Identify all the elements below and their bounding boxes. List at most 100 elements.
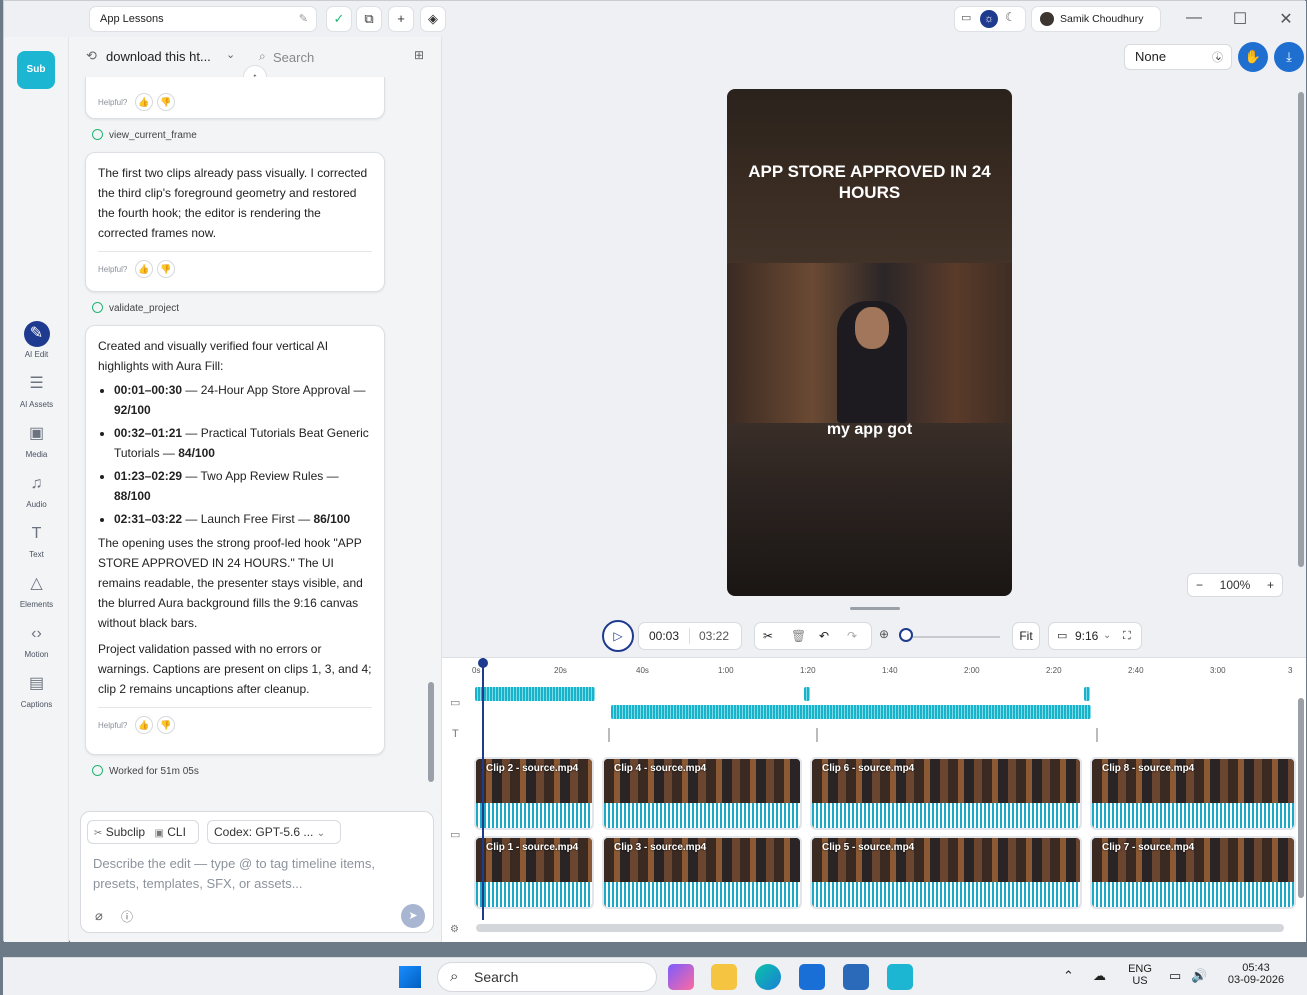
rail-item-captions[interactable]: ▤ Captions (4, 671, 69, 709)
cloud-off-icon[interactable]: ☁ (1093, 968, 1106, 984)
network-icon[interactable]: ▭ (1169, 968, 1181, 984)
zoom-in-icon[interactable]: + (1267, 574, 1274, 596)
text-marker[interactable] (608, 728, 614, 742)
undo-icon[interactable]: ↶ (819, 623, 829, 649)
app-logo[interactable]: Sub (17, 51, 55, 89)
trash-icon[interactable]: 🗑 (791, 623, 806, 649)
taskbar-search[interactable]: ⌕ Search (437, 962, 657, 992)
rail-item-text[interactable]: T Text (4, 521, 69, 559)
chevron-up-icon[interactable]: ⌃ (1063, 968, 1074, 984)
clock-date: 03-09-2026 (1227, 974, 1285, 986)
thumbs-down-icon[interactable]: 👎 (156, 716, 175, 734)
maximize-icon[interactable]: ☐ (1230, 9, 1250, 29)
thread-title[interactable]: download this ht... (106, 49, 211, 64)
layers-icon[interactable]: ◈ (420, 6, 446, 32)
volume-icon[interactable]: 🔊 (1191, 968, 1207, 984)
timeline-zoom-slider[interactable] (900, 636, 1000, 638)
text-marker[interactable] (1096, 728, 1102, 742)
windows-start-icon[interactable] (399, 966, 421, 988)
send-button[interactable]: ➤ (401, 904, 425, 928)
rail-item-audio[interactable]: ♫ Audio (4, 471, 69, 509)
file-explorer-icon[interactable] (711, 964, 737, 990)
new-chat-icon[interactable]: ⊞ (414, 48, 424, 62)
close-icon[interactable]: ✕ (1276, 9, 1296, 29)
pencil-icon[interactable]: ✎ (299, 7, 308, 31)
check-icon[interactable]: ✓ (326, 6, 352, 32)
sun-icon[interactable]: ☼ (980, 10, 998, 28)
wave-hand-button[interactable]: ✋ (1238, 42, 1268, 72)
playhead-handle[interactable] (478, 658, 488, 668)
caption-track-segment[interactable] (611, 705, 1091, 719)
timeline-clip[interactable]: Clip 2 - source.mp4 (474, 757, 594, 830)
play-button[interactable]: ▷ (602, 620, 634, 652)
preview-scrollbar[interactable] (1298, 92, 1304, 567)
project-name-field[interactable]: App Lessons ✎ (89, 6, 317, 32)
zoom-icon[interactable]: ⊕ (879, 627, 889, 641)
text-marker[interactable] (816, 728, 822, 742)
photos-icon[interactable] (843, 964, 869, 990)
timeline-clip[interactable]: Clip 6 - source.mp4 (810, 757, 1082, 830)
slider-thumb[interactable] (899, 628, 913, 642)
thumbs-down-icon[interactable]: 👎 (156, 260, 175, 278)
copilot-icon[interactable] (668, 964, 694, 990)
help-icon[interactable]: ⓘ (1212, 49, 1223, 65)
timeline-vscrollbar[interactable] (1298, 698, 1304, 898)
message-text: The first two clips already pass visuall… (98, 166, 368, 240)
settings-icon[interactable]: ⚙ (450, 924, 459, 935)
thumbs-up-icon[interactable]: 👍 (134, 93, 153, 111)
zoom-out-icon[interactable]: − (1196, 574, 1203, 596)
outlook-icon[interactable] (799, 964, 825, 990)
rail-item-ai-edit[interactable]: ✎ AI Edit (4, 321, 69, 359)
rail-item-motion[interactable]: ‹› Motion (4, 621, 69, 659)
model-selector[interactable]: Codex: GPT-5.6 ... ⌄ (207, 820, 341, 844)
chip-subclip[interactable]: Subclip (106, 825, 145, 839)
caption-track-segment[interactable] (804, 687, 810, 701)
timeline-clip[interactable]: Clip 8 - source.mp4 (1090, 757, 1296, 830)
attach-icon[interactable]: ⌀ (95, 908, 103, 924)
timeline-scrollbar[interactable] (476, 924, 1284, 932)
timeline-clip[interactable]: Clip 3 - source.mp4 (602, 836, 802, 909)
divider (98, 707, 372, 708)
timeline-ruler[interactable]: 0s 20s 40s 1:00 1:20 1:40 2:00 2:20 2:40… (472, 664, 1294, 678)
chevron-down-icon[interactable]: ⌄ (226, 48, 235, 61)
thumbs-up-icon[interactable]: 👍 (134, 716, 153, 734)
rail-item-ai-assets[interactable]: ☰ AI Assets (4, 371, 69, 409)
scissors-icon[interactable]: ✂ (763, 623, 773, 649)
subclip-app-icon[interactable] (887, 964, 913, 990)
fit-button[interactable]: Fit (1012, 622, 1040, 650)
resize-handle[interactable] (850, 607, 900, 610)
rail-item-elements[interactable]: △ Elements (4, 571, 69, 609)
minimize-icon[interactable]: — (1184, 9, 1204, 27)
search-input[interactable]: Search (273, 50, 314, 65)
caption-track-segment[interactable] (475, 687, 595, 701)
fullscreen-icon[interactable]: ⛶ (1123, 623, 1131, 649)
thumbs-up-icon[interactable]: 👍 (134, 260, 153, 278)
edit-prompt-input[interactable]: Describe the edit — type @ to tag timeli… (93, 854, 403, 894)
clip-name: Clip 6 - source.mp4 (822, 763, 915, 774)
aspect-selector[interactable]: ▭ 9:16 ⌄ ⛶ (1048, 622, 1142, 650)
help-icon[interactable]: ⓘ (121, 908, 133, 925)
playhead[interactable] (482, 658, 484, 920)
timeline-clip[interactable]: Clip 5 - source.mp4 (810, 836, 1082, 909)
monitor-icon[interactable]: ▭ (961, 11, 971, 24)
redo-icon[interactable]: ↷ (847, 623, 857, 649)
caption-track-segment[interactable] (1084, 687, 1090, 701)
user-menu[interactable]: Samik Choudhury (1031, 6, 1161, 32)
edge-icon[interactable] (755, 964, 781, 990)
language-indicator[interactable]: ENG US (1125, 963, 1155, 987)
windows-taskbar: ⌕ Search ⌃ ☁ ENG US ▭ 🔊 05:43 03-09-2026 (3, 957, 1307, 995)
download-button[interactable]: ⤓ (1274, 42, 1304, 72)
timeline-clip[interactable]: Clip 1 - source.mp4 (474, 836, 594, 909)
timeline-clip[interactable]: Clip 7 - source.mp4 (1090, 836, 1296, 909)
chat-scrollbar[interactable] (428, 682, 434, 782)
timeline-clip[interactable]: Clip 4 - source.mp4 (602, 757, 802, 830)
moon-icon[interactable]: ☾ (1005, 10, 1016, 24)
duplicate-icon[interactable]: ⧉ (356, 6, 382, 32)
video-preview[interactable]: APP STORE APPROVED IN 24 HOURS my app go… (727, 89, 1012, 596)
thumbs-down-icon[interactable]: 👎 (156, 93, 175, 111)
add-icon[interactable]: + (388, 6, 414, 32)
chip-cli[interactable]: CLI (167, 825, 186, 839)
history-icon[interactable]: ⟲ (86, 48, 97, 64)
rail-item-media[interactable]: ▣ Media (4, 421, 69, 459)
clock[interactable]: 05:43 03-09-2026 (1221, 962, 1291, 986)
